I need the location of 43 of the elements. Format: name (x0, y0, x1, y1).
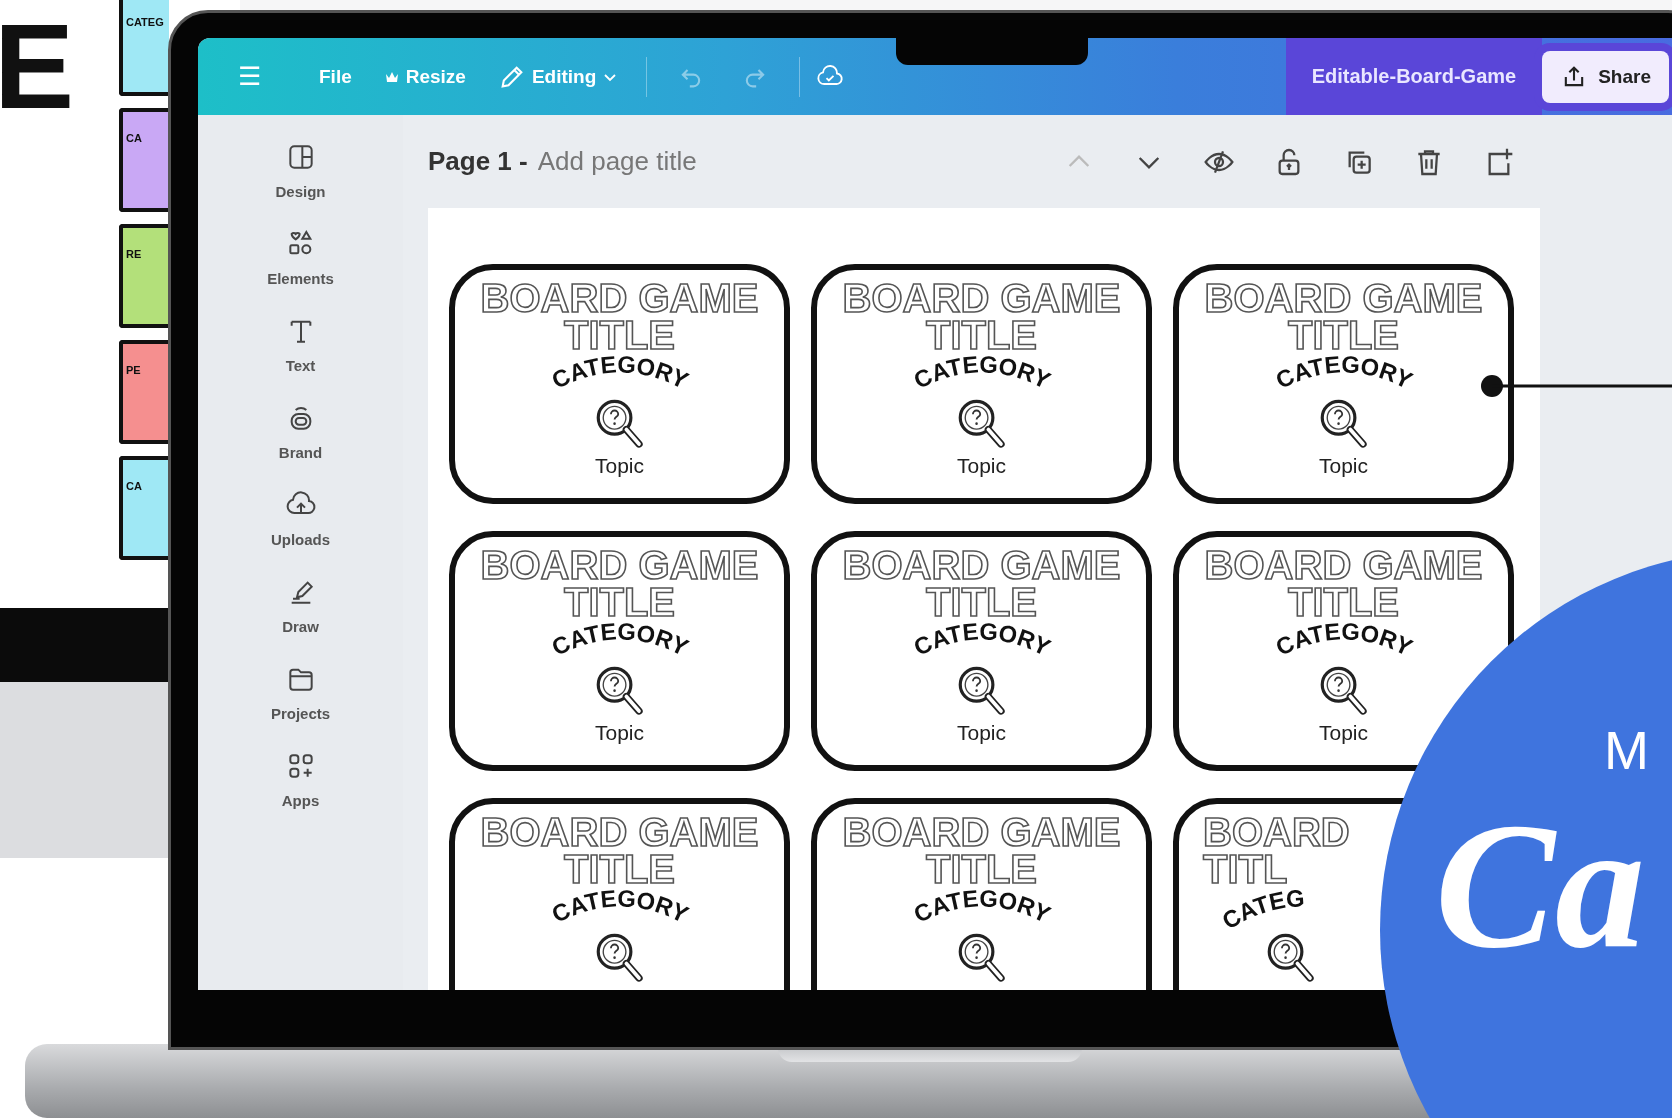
sidebar-item[interactable]: Elements (240, 226, 361, 289)
card-title: BOARD GAME TITLE (480, 547, 759, 621)
card-topic: Topic (595, 721, 644, 745)
card-topic: Topic (1319, 721, 1368, 745)
badge-text: M (1604, 720, 1649, 780)
card-category: CATEGORY (546, 621, 693, 661)
card-title: BOARD GAME TITLE (842, 814, 1121, 888)
card-title: BOARD GAME TITLE (480, 280, 759, 354)
card-category: CATEGORY (908, 888, 1055, 928)
card-title: BOARD GAME TITLE (480, 814, 759, 888)
card-category: CATEGORY (908, 354, 1055, 394)
card-title: BOARD GAME TITLE (1204, 547, 1483, 621)
card-topic: Topic (957, 721, 1006, 745)
page-label: Page 1 - (428, 146, 528, 177)
card-category: CATEGORY (908, 621, 1055, 661)
sidebar-item[interactable]: Projects (240, 661, 361, 724)
card-category: CATEGORY (546, 888, 693, 928)
card-title: BOARD GAME TITLE (842, 547, 1121, 621)
card-topic: Topic (1319, 454, 1368, 478)
page-title-field[interactable]: Add page title (533, 144, 762, 179)
card-category: CATEGORY (1270, 354, 1417, 394)
card-category: CATEG (1217, 888, 1306, 932)
sidebar-item[interactable]: Brand (240, 400, 361, 463)
card-title: BOARD GAME TITLE (1204, 280, 1483, 354)
category-tile: CA (119, 456, 169, 560)
sidebar-item[interactable]: Design (240, 139, 361, 202)
sidebar-item[interactable]: Draw (240, 574, 361, 637)
card-topic: Topic (595, 454, 644, 478)
badge-script-text: Ca (1435, 785, 1646, 987)
category-tile: CATEG (119, 0, 169, 96)
card-title: BOARD TITL (1203, 814, 1350, 888)
category-tile: PE (119, 340, 169, 444)
sidebar-item[interactable]: Apps (240, 748, 361, 811)
category-tile: RE (119, 224, 169, 328)
design-title[interactable]: Editable-Board-Game (1285, 38, 1543, 115)
category-tile: CA (119, 108, 169, 212)
card-category: CATEGORY (546, 354, 693, 394)
card-category: CATEGORY (1270, 621, 1417, 661)
big-letter: E (0, 6, 75, 126)
card-title: BOARD GAME TITLE (842, 280, 1121, 354)
sidebar-item[interactable]: Text (240, 313, 361, 376)
card-topic: Topic (957, 454, 1006, 478)
sidebar-item[interactable]: Uploads (240, 487, 361, 550)
